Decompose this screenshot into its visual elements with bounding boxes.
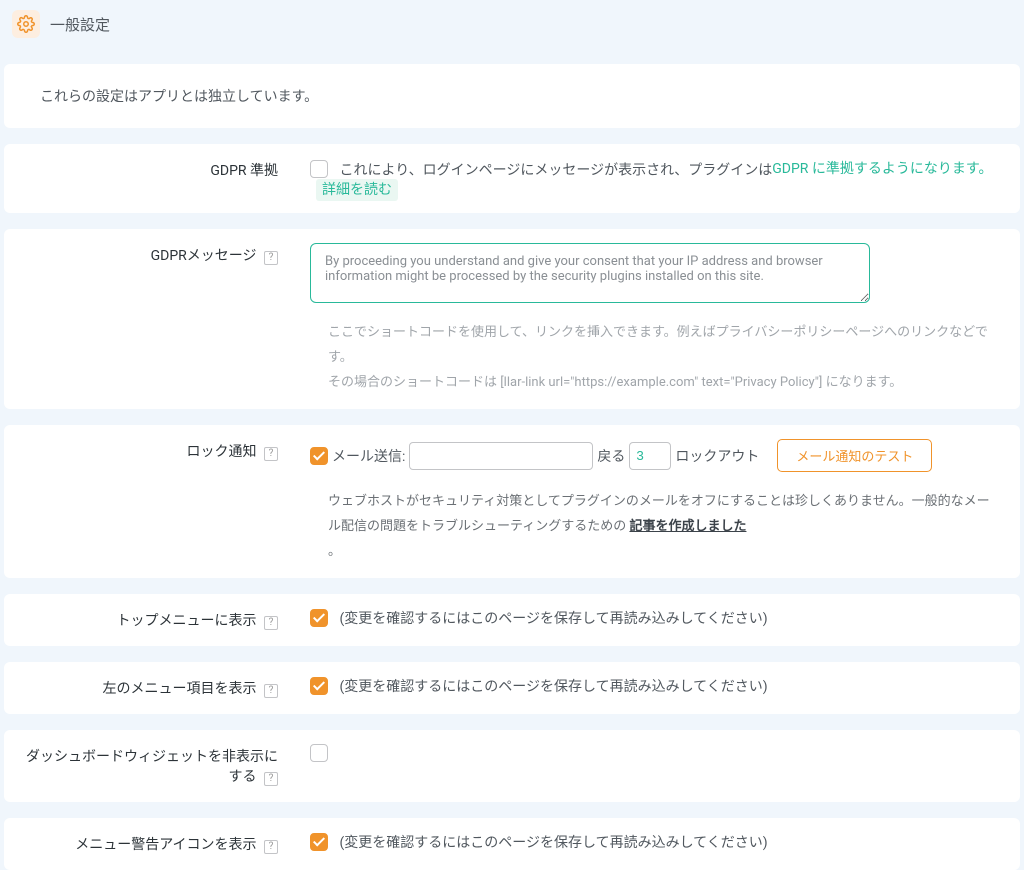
save-hint: (変更を確認するにはこのページを保存して再読み込みしてください): [339, 611, 767, 627]
setting-gdpr-message: GDPRメッセージ ? By proceeding you understand…: [4, 229, 1020, 409]
gdpr-message-help: ここでショートコードを使用して、リンクを挿入できます。例えばプライバシーポリシー…: [310, 321, 1000, 395]
warn-icon-checkbox[interactable]: [310, 833, 328, 851]
label-warn-icon: メニュー警告アイコンを表示: [75, 837, 256, 853]
help-icon[interactable]: ?: [264, 616, 278, 630]
gdpr-read-more-link[interactable]: 詳細を読む: [316, 179, 398, 201]
help-icon[interactable]: ?: [264, 251, 278, 265]
gdpr-desc: これにより、ログインページにメッセージが表示され、プラグインは: [339, 162, 772, 178]
left-menu-checkbox[interactable]: [310, 677, 328, 695]
setting-hide-widget: ダッシュボードウィジェットを非表示にする ?: [4, 730, 1020, 802]
email-input[interactable]: [409, 442, 593, 470]
intro-text: これらの設定はアプリとは独立しています。: [40, 89, 318, 105]
setting-lock-notify: ロック通知 ? メール送信: 戻る ロックアウト メール通知のテスト ウェブホス…: [4, 425, 1020, 578]
gdpr-message-textarea[interactable]: By proceeding you understand and give yo…: [310, 243, 870, 303]
label-left-menu: 左のメニュー項目を表示: [103, 681, 257, 697]
help-icon[interactable]: ?: [264, 840, 278, 854]
settings-icon: [12, 10, 40, 38]
setting-top-menu: トップメニューに表示 ? (変更を確認するにはこのページを保存して再読み込みして…: [4, 594, 1020, 646]
help-icon[interactable]: ?: [264, 684, 278, 698]
intro-card: これらの設定はアプリとは独立しています。: [4, 64, 1020, 128]
gdpr-compliance-link[interactable]: GDPR に準拠するようになります。: [772, 161, 992, 177]
label-lock-notify: ロック通知: [187, 444, 257, 460]
help-icon[interactable]: ?: [264, 447, 278, 461]
save-hint: (変更を確認するにはこのページを保存して再読み込みしてください): [339, 679, 767, 695]
setting-warn-icon: メニュー警告アイコンを表示 ? (変更を確認するにはこのページを保存して再読み込…: [4, 818, 1020, 870]
setting-left-menu: 左のメニュー項目を表示 ? (変更を確認するにはこのページを保存して再読み込みし…: [4, 662, 1020, 714]
lock-notify-help: ウェブホストがセキュリティ対策としてプラグインのメールをオフにすることは珍しくあ…: [310, 490, 1000, 564]
top-menu-checkbox[interactable]: [310, 609, 328, 627]
label-gdpr: GDPR 準拠: [4, 144, 302, 213]
help-icon[interactable]: ?: [264, 772, 278, 786]
after-every-label: 戻る: [597, 446, 625, 466]
save-hint: (変更を確認するにはこのページを保存して再読み込みしてください): [339, 835, 767, 851]
label-gdpr-message: GDPRメッセージ: [151, 248, 257, 264]
page-title: 一般設定: [50, 14, 110, 35]
page-header: 一般設定: [0, 0, 1024, 46]
troubleshooting-article-link[interactable]: 記事を作成しました: [629, 519, 746, 534]
label-hide-widget: ダッシュボードウィジェットを非表示にする: [26, 749, 278, 785]
lockout-label: ロックアウト: [675, 446, 759, 466]
send-email-checkbox[interactable]: [310, 447, 328, 465]
gdpr-checkbox[interactable]: [310, 160, 328, 178]
test-email-button[interactable]: メール通知のテスト: [777, 439, 932, 472]
hide-widget-checkbox[interactable]: [310, 744, 328, 762]
lockout-count-input[interactable]: [629, 442, 671, 470]
label-top-menu: トップメニューに表示: [117, 613, 257, 629]
send-email-label: メール送信:: [332, 446, 405, 466]
setting-gdpr: GDPR 準拠 これにより、ログインページにメッセージが表示され、プラグインはG…: [4, 144, 1020, 213]
